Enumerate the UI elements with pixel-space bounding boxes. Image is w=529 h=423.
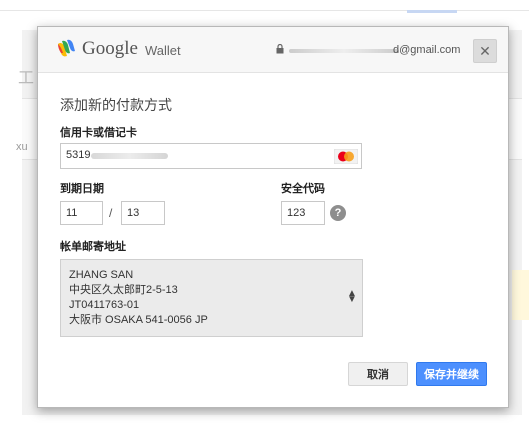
- billing-address-select[interactable]: ZHANG SAN 中央区久太郎町2-5-13 JT0411763-01 大阪市…: [60, 259, 363, 337]
- expiry-label: 到期日期: [60, 183, 104, 195]
- dialog-header: Google Wallet d@gmail.com ✕: [38, 27, 508, 73]
- address-line: 大阪市 OSAKA 541-0056 JP: [69, 314, 208, 326]
- expiry-separator: /: [109, 206, 113, 220]
- brand-wallet: Wallet: [145, 43, 181, 58]
- cvc-input[interactable]: 123: [281, 201, 325, 225]
- close-button[interactable]: ✕: [473, 39, 497, 63]
- account-email-redacted: [289, 49, 399, 53]
- expiry-month-input[interactable]: 11: [60, 201, 103, 225]
- background-partial-text: 工: [18, 70, 35, 87]
- select-arrows-icon: ▲ ▼: [347, 288, 357, 305]
- card-number-redacted: [91, 153, 168, 159]
- background-blue-bar: [407, 10, 457, 13]
- dialog-title: 添加新的付款方式: [60, 97, 172, 113]
- billing-address-label: 帐单邮寄地址: [60, 241, 126, 253]
- save-continue-button[interactable]: 保存并继续: [416, 362, 487, 386]
- lock-icon: [276, 44, 284, 54]
- card-number-label: 信用卡或借记卡: [60, 127, 137, 139]
- account-email[interactable]: d@gmail.com: [393, 44, 460, 56]
- address-line: ZHANG SAN: [69, 269, 134, 281]
- help-icon[interactable]: ?: [330, 205, 346, 221]
- cvc-label: 安全代码: [281, 183, 325, 195]
- cancel-button[interactable]: 取消: [348, 362, 408, 386]
- google-wallet-logo-icon: [58, 39, 75, 57]
- mastercard-icon: [334, 149, 358, 164]
- add-payment-dialog: Google Wallet d@gmail.com ✕ 添加新的付款方式 信用卡…: [37, 26, 509, 408]
- background-notice: [512, 270, 529, 320]
- address-line: 中央区久太郎町2-5-13: [69, 284, 178, 296]
- address-line: JT0411763-01: [69, 299, 140, 311]
- brand-google: Google: [82, 38, 138, 59]
- background-partial-text: xu: [16, 141, 28, 153]
- expiry-year-input[interactable]: 13: [121, 201, 165, 225]
